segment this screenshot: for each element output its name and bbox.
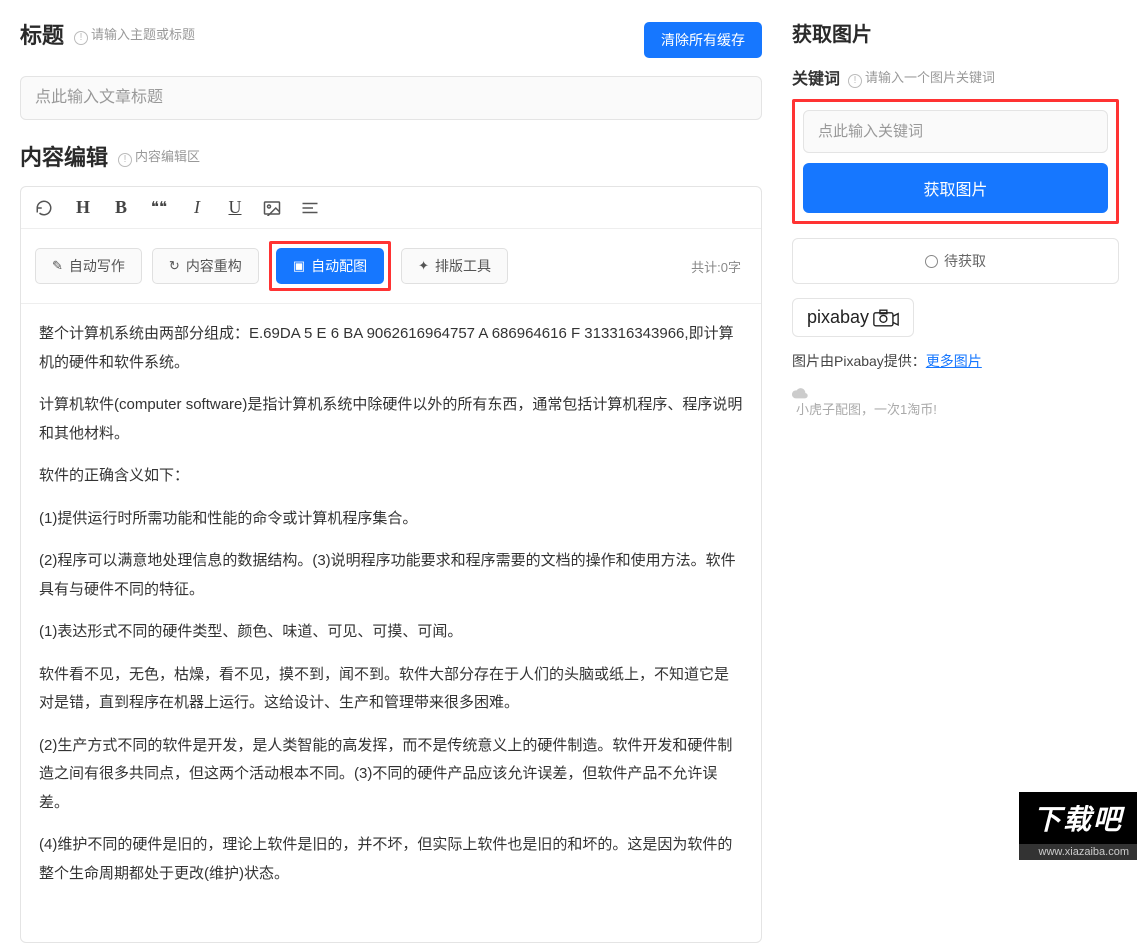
keyword-hint: !请输入一个图片关键词 [848,67,995,88]
auto-image-button[interactable]: ▣自动配图 [276,248,384,284]
camera-icon [873,309,899,327]
main-column: 标题 !请输入主题或标题 清除所有缓存 内容编辑 !内容编辑区 H B ❝❝ [0,0,782,943]
title-section-label: 标题 [20,18,64,50]
watermark-logo: 下载吧 [1019,792,1137,844]
refresh-icon: ↻ [169,258,180,274]
editor-content[interactable]: 整个计算机系统由两部分组成：E.69DA 5 E 6 BA 9062616964… [21,304,761,942]
heading-icon[interactable]: H [73,197,93,218]
underline-icon[interactable]: U [225,197,245,218]
title-hint: !请输入主题或标题 [74,24,195,45]
clear-cache-button[interactable]: 清除所有缓存 [644,22,762,58]
keyword-label-row: 关键词 !请输入一个图片关键词 [792,65,1119,89]
auto-write-button[interactable]: ✎自动写作 [35,248,142,284]
info-icon: ! [848,74,862,88]
pending-status: 待获取 [792,238,1119,284]
image-icon[interactable] [263,200,283,216]
paragraph: (2)程序可以满意地处理信息的数据结构。(3)说明程序功能要求和程序需要的文档的… [39,547,743,604]
pixabay-logo: pixabay [792,298,914,337]
info-icon: ! [118,153,132,167]
bold-icon[interactable]: B [111,197,131,218]
keyword-label: 关键词 [792,65,840,89]
info-icon: ! [74,31,88,45]
watermark: 下载吧 www.xiazaiba.com [1019,792,1137,860]
credit-row: 图片由Pixabay提供：更多图片 [792,351,1119,371]
pencil-icon: ✎ [52,258,63,274]
action-toolbar: ✎自动写作 ↻内容重构 ▣自动配图 ✦排版工具 共计:0字 [21,229,761,304]
undo-icon[interactable] [35,199,55,217]
italic-icon[interactable]: I [187,197,207,218]
highlight-annotation: ▣自动配图 [269,241,391,291]
restructure-button[interactable]: ↻内容重构 [152,248,259,284]
images-icon: ▣ [293,258,305,274]
footer-note: 小虎子配图，一次1淘币! [792,387,1119,418]
sidebar-title: 获取图片 [792,18,1119,47]
align-icon[interactable] [301,201,321,215]
paragraph: (2)生产方式不同的软件是开发，是人类智能的高发挥，而不是传统意义上的硬件制造。… [39,732,743,818]
paragraph: 软件看不见，无色，枯燥，看不见，摸不到，闻不到。软件大部分存在于人们的头脑或纸上… [39,661,743,718]
paragraph: 计算机软件(computer software)是指计算机系统中除硬件以外的所有… [39,391,743,448]
content-section-label: 内容编辑 [20,140,108,172]
word-count-label: 共计:0字 [691,257,747,276]
highlight-annotation: 获取图片 [792,99,1119,224]
layout-tool-button[interactable]: ✦排版工具 [401,248,508,284]
more-images-link[interactable]: 更多图片 [926,353,982,369]
content-hint: !内容编辑区 [118,146,200,167]
article-title-input[interactable] [20,76,762,120]
paragraph: 软件的正确含义如下： [39,462,743,491]
paragraph: 整个计算机系统由两部分组成：E.69DA 5 E 6 BA 9062616964… [39,320,743,377]
wand-icon: ✦ [418,258,429,274]
keyword-input[interactable] [803,110,1108,153]
format-toolbar: H B ❝❝ I U [21,187,761,229]
cloud-icon [792,387,1119,399]
fetch-image-button[interactable]: 获取图片 [803,163,1108,213]
editor-container: H B ❝❝ I U ✎自动写作 ↻内容重构 [20,186,762,943]
paragraph: (1)表达形式不同的硬件类型、颜色、味道、可见、可摸、可闻。 [39,618,743,647]
paragraph: (1)提供运行时所需功能和性能的命令或计算机程序集合。 [39,505,743,534]
title-header-row: 标题 !请输入主题或标题 清除所有缓存 [20,18,762,62]
circle-icon [925,255,938,268]
quote-icon[interactable]: ❝❝ [149,198,169,217]
watermark-url: www.xiazaiba.com [1019,844,1137,860]
